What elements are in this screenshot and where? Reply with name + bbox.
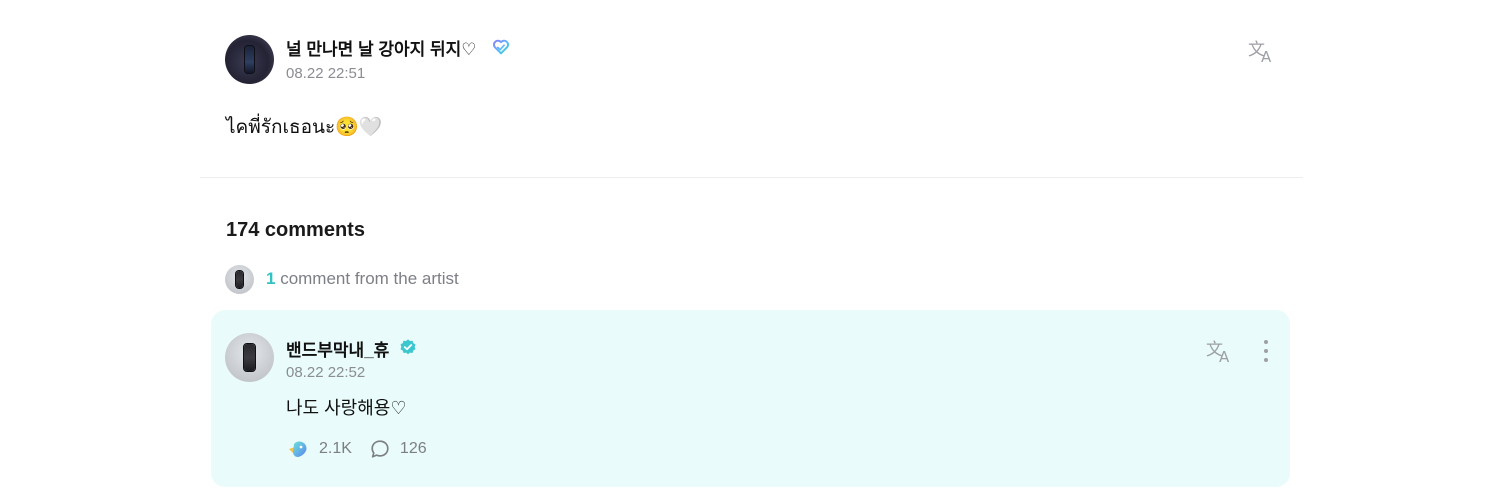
more-dot [1264, 358, 1268, 362]
post-detail-page: 널 만나면 날 강아지 뒤지♡ 08.22 22:51 文 A ไคพี่รัก… [0, 0, 1500, 499]
post-timestamp: 08.22 22:51 [286, 65, 366, 82]
comment-actions: 2.1K 126 [286, 437, 427, 461]
avatar-phone-graphic [236, 271, 243, 288]
comment-author-name[interactable]: 밴드부막내_휴 [286, 336, 389, 361]
like-icon[interactable] [286, 437, 310, 461]
post-author-name[interactable]: 널 만나면 날 강아지 뒤지♡ [286, 35, 477, 60]
artist-comments-filter[interactable]: 1 comment from the artist [266, 269, 459, 289]
comments-count-heading: 174 comments [226, 219, 365, 241]
avatar-phone-graphic [244, 45, 255, 74]
artist-avatar-small [225, 265, 254, 294]
like-count: 2.1K [319, 440, 352, 457]
svg-text:A: A [1261, 48, 1272, 64]
reply-icon[interactable] [369, 438, 391, 460]
avatar-phone-graphic [244, 343, 255, 372]
verified-check-icon [400, 339, 416, 355]
reply-count: 126 [399, 440, 427, 457]
post-body-text: ไคพี่รักเธอนะ🥺🤍 [226, 117, 383, 138]
comment-body-text: 나도 사랑해용♡ [286, 398, 407, 418]
heart-badge-icon [493, 39, 509, 55]
more-dot [1264, 340, 1268, 344]
section-divider [200, 177, 1303, 178]
translate-icon[interactable]: 文 A [1247, 38, 1279, 64]
more-dot [1264, 349, 1268, 353]
svg-text:A: A [1219, 348, 1230, 364]
artist-comment-label: comment from the artist [275, 269, 459, 288]
comment-author-avatar[interactable] [225, 333, 274, 382]
post-author-avatar[interactable] [225, 35, 274, 84]
more-options-button[interactable] [1256, 338, 1276, 364]
comment-timestamp: 08.22 22:52 [286, 364, 366, 381]
translate-icon[interactable]: 文 A [1205, 338, 1237, 364]
